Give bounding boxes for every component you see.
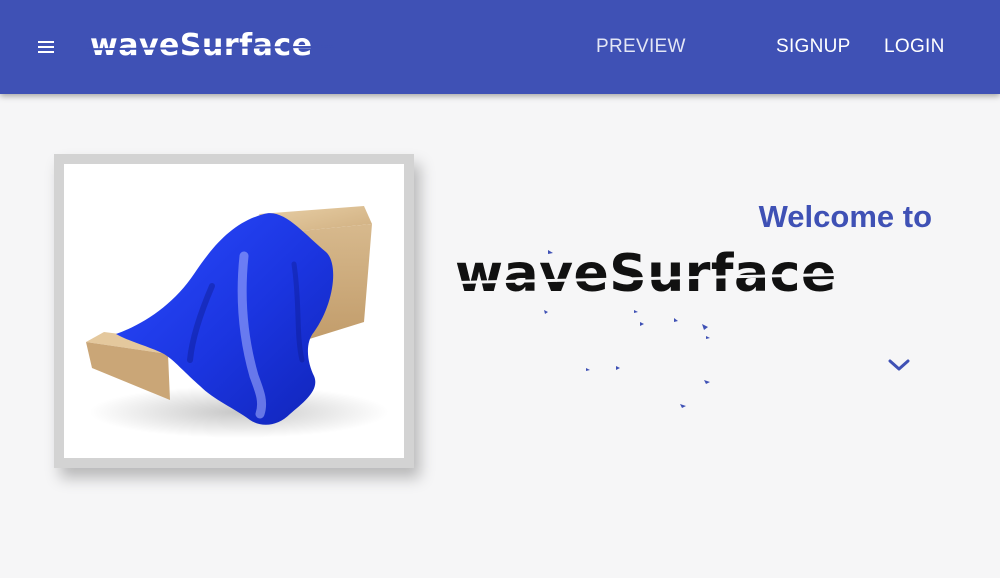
- particle: [680, 404, 686, 408]
- chevron-down-icon[interactable]: [886, 356, 912, 374]
- particle: [548, 250, 553, 254]
- particle: [640, 322, 644, 326]
- particle: [634, 310, 638, 313]
- particle: [706, 336, 710, 339]
- welcome-heading: Welcome to: [758, 199, 932, 234]
- cloth-on-box-illustration: [86, 206, 389, 438]
- particle: [616, 366, 620, 370]
- nav-preview-link[interactable]: PREVIEW: [596, 36, 686, 58]
- particle: [544, 310, 548, 314]
- nav-login-link[interactable]: LOGIN: [884, 36, 945, 58]
- particle: [674, 318, 678, 322]
- hamburger-menu-icon[interactable]: [36, 38, 58, 56]
- particle-scatter: [544, 250, 710, 408]
- hero-image-frame: [54, 154, 414, 468]
- particle: [586, 368, 590, 371]
- particle: [704, 380, 710, 384]
- particle: [702, 324, 708, 330]
- app-bar: waveSurface PREVIEW SIGNUP LOGIN: [0, 0, 1000, 94]
- nav-signup-link[interactable]: SIGNUP: [776, 36, 851, 58]
